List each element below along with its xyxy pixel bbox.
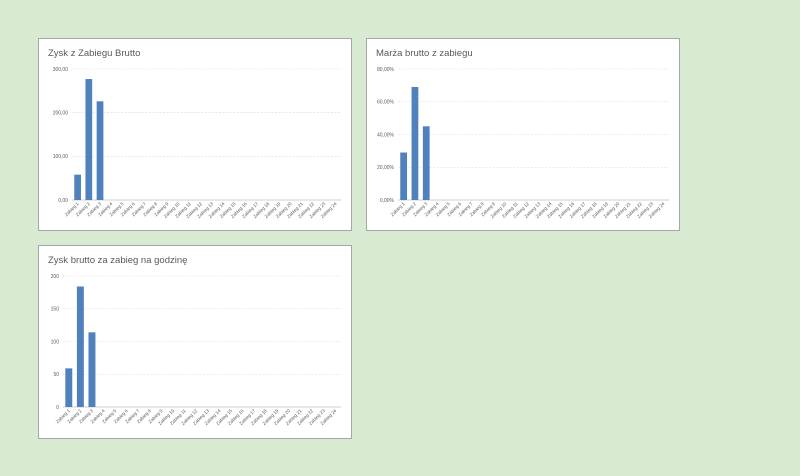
y-tick-label: 150 [51,307,60,313]
y-tick-label: 0 [56,405,59,411]
bar-1[interactable] [65,368,73,407]
bar-3[interactable] [96,101,104,200]
y-tick-label: 100,00 [53,154,69,160]
bar-3[interactable] [422,126,430,200]
chart-card-marza-brutto[interactable]: Marża brutto z zabiegu 0,00% 20,00% 40,00% 6… [366,38,680,231]
y-tick-label: 200 [51,274,60,280]
bar-chart-marza-brutto: Marża brutto z zabiegu 0,00% 20,00% 40,00% 6… [376,48,669,219]
bar-1[interactable] [400,152,408,200]
bar-2[interactable] [85,79,93,200]
y-tick-label: 50 [53,372,59,378]
bar-chart-zysk-na-godzine: Zysk brutto za zabieg na godzinę 0 50 100 15… [48,255,341,426]
y-tick-label: 60,00% [377,100,395,106]
y-tick-label: 300,00 [53,67,69,73]
y-tick-label: 80,00% [377,67,395,73]
bar-1[interactable] [74,174,81,200]
y-tick-label: 0,00% [380,198,395,204]
y-tick-label: 40,00% [377,132,395,138]
y-tick-label: 0,00 [58,198,68,204]
y-tick-label: 200,00 [53,110,69,116]
bar-chart-zysk-z-zabiegu: Zysk z Zabiegu Brutto 0,00 100,00 200,00 300… [48,48,341,219]
chart-title: Zysk z Zabiegu Brutto [48,48,140,59]
bar-2[interactable] [76,286,84,407]
chart-title: Zysk brutto za zabieg na godzinę [48,255,187,266]
y-tick-label: 20,00% [377,165,395,171]
bar-2[interactable] [411,87,419,200]
chart-title: Marża brutto z zabiegu [376,48,473,59]
chart-card-zysk-na-godzine[interactable]: Zysk brutto za zabieg na godzinę 0 50 100 15… [38,245,352,439]
chart-card-zysk-z-zabiegu[interactable]: Zysk z Zabiegu Brutto 0,00 100,00 200,00 300… [38,38,352,231]
bar-3[interactable] [88,332,96,407]
y-tick-label: 100 [51,339,60,345]
